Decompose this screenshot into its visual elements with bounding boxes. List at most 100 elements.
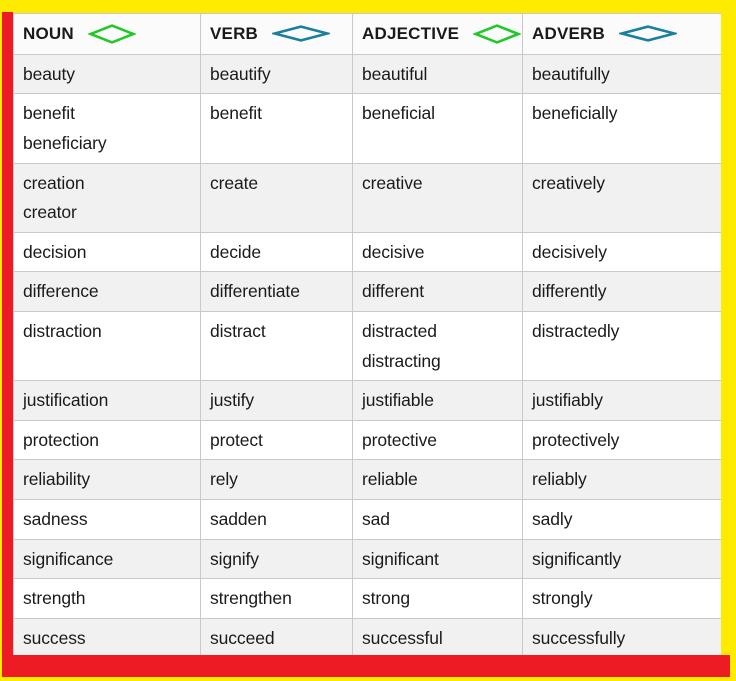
cell-verb[interactable]: protect (200, 419, 353, 461)
word-adjective: different (362, 281, 425, 302)
word-adverb: successfully (532, 627, 626, 648)
diamond-icon (86, 23, 137, 45)
word-adverb: distractedly (532, 320, 620, 341)
cell-adverb[interactable]: creatively (522, 162, 721, 233)
word-adverb: beneficially (532, 103, 618, 124)
cell-adjective[interactable]: reliable (352, 459, 523, 500)
cell-verb[interactable]: create (200, 162, 353, 233)
table-row: creation creator create creative creatively (13, 162, 721, 233)
word-adverb: reliably (532, 469, 587, 490)
cell-adjective[interactable]: justifiable (352, 380, 523, 421)
cell-adverb[interactable]: sadly (522, 498, 721, 540)
diamond-icon (269, 24, 333, 43)
word-adjective: strong (362, 588, 411, 609)
cell-verb[interactable]: succeed (200, 617, 353, 655)
red-accent-bar-bottom (2, 655, 730, 677)
header-row: NOUN VERB ADJECTIVE ADVERB (13, 13, 721, 55)
cell-noun[interactable]: justification (13, 380, 201, 421)
word-adverb: significantly (532, 548, 622, 569)
word-forms-table-container: NOUN VERB ADJECTIVE ADVERB beauty beautify be… (13, 13, 721, 655)
table-row: distraction distract distracted distracting… (13, 310, 721, 382)
word-verb: sadden (210, 508, 267, 529)
word-adverb: sadly (532, 508, 573, 529)
cell-verb[interactable]: differentiate (200, 271, 353, 312)
word-noun: sadness (23, 508, 88, 529)
table-row: justification justify justifiable justifiab… (13, 380, 721, 421)
column-header-adjective[interactable]: ADJECTIVE (352, 13, 523, 55)
word-noun: difference (23, 281, 99, 302)
cell-adjective[interactable]: creative (352, 162, 523, 233)
cell-adverb[interactable]: successfully (522, 617, 721, 655)
cell-adverb[interactable]: differently (522, 271, 721, 312)
cell-adjective[interactable]: different (352, 271, 523, 312)
word-adjective: sad (362, 508, 390, 529)
cell-noun[interactable]: creation creator (13, 162, 201, 233)
cell-adjective[interactable]: distracted distracting (352, 310, 523, 382)
cell-verb[interactable]: strengthen (200, 578, 353, 619)
cell-adverb[interactable]: beautifully (522, 53, 721, 95)
cell-noun[interactable]: protection (13, 419, 201, 461)
cell-noun[interactable]: decision (13, 231, 201, 273)
cell-adverb[interactable]: protectively (522, 419, 721, 461)
cell-adverb[interactable]: decisively (522, 231, 721, 273)
cell-adverb[interactable]: significantly (522, 538, 721, 580)
column-header-noun[interactable]: NOUN (13, 13, 201, 55)
cell-noun[interactable]: success (13, 617, 201, 655)
word-verb: strengthen (210, 588, 292, 609)
word-verb: create (210, 172, 259, 193)
cell-noun[interactable]: sadness (13, 498, 201, 540)
word-adjective: successful (362, 627, 443, 648)
table-body: beauty beautify beautiful beautifully benefi… (13, 53, 721, 655)
word-verb: distract (210, 320, 266, 341)
word-adjective: significant (362, 548, 439, 569)
cell-adverb[interactable]: reliably (522, 459, 721, 500)
word-noun: beauty (23, 63, 75, 84)
cell-adverb[interactable]: distractedly (522, 310, 721, 382)
table-row: decision decide decisive decisively (13, 231, 721, 273)
word-noun: creator (23, 202, 77, 223)
cell-noun[interactable]: difference (13, 271, 201, 312)
table-row: beauty beautify beautiful beautifully (13, 53, 721, 95)
cell-adjective[interactable]: strong (352, 578, 523, 619)
cell-noun[interactable]: strength (13, 578, 201, 619)
cell-adjective[interactable]: successful (352, 617, 523, 655)
word-noun: beneficiary (23, 133, 107, 154)
cell-verb[interactable]: decide (200, 231, 353, 273)
word-noun: success (23, 627, 86, 648)
cell-verb[interactable]: sadden (200, 498, 353, 540)
word-adjective: distracting (362, 350, 441, 371)
cell-adjective[interactable]: beneficial (352, 93, 523, 164)
cell-adverb[interactable]: strongly (522, 578, 721, 619)
cell-adjective[interactable]: beautiful (352, 53, 523, 95)
cell-noun[interactable]: significance (13, 538, 201, 580)
cell-verb[interactable]: justify (200, 380, 353, 421)
table-row: benefit beneficiary benefit beneficial benef… (13, 93, 721, 164)
diamond-icon (472, 23, 523, 45)
cell-verb[interactable]: beautify (200, 53, 353, 95)
column-header-label: VERB (210, 24, 259, 43)
word-verb: succeed (210, 627, 275, 648)
cell-noun[interactable]: benefit beneficiary (13, 93, 201, 164)
cell-noun[interactable]: beauty (13, 53, 201, 95)
poster-canvas: NOUN VERB ADJECTIVE ADVERB beauty beautify be… (0, 0, 736, 681)
cell-noun[interactable]: distraction (13, 310, 201, 382)
cell-verb[interactable]: signify (200, 538, 353, 580)
word-adverb: differently (532, 281, 607, 302)
column-header-label: NOUN (23, 24, 74, 43)
cell-adjective[interactable]: decisive (352, 231, 523, 273)
column-header-adverb[interactable]: ADVERB (522, 13, 721, 55)
word-noun: creation (23, 172, 85, 193)
cell-adjective[interactable]: sad (352, 498, 523, 540)
word-noun: reliability (23, 469, 90, 490)
cell-adverb[interactable]: justifiably (522, 380, 721, 421)
cell-verb[interactable]: rely (200, 459, 353, 500)
cell-noun[interactable]: reliability (13, 459, 201, 500)
word-adverb: strongly (532, 588, 593, 609)
cell-verb[interactable]: distract (200, 310, 353, 382)
word-noun: protection (23, 429, 99, 450)
cell-adjective[interactable]: significant (352, 538, 523, 580)
cell-adverb[interactable]: beneficially (522, 93, 721, 164)
column-header-verb[interactable]: VERB (200, 13, 353, 55)
cell-verb[interactable]: benefit (200, 93, 353, 164)
cell-adjective[interactable]: protective (352, 419, 523, 461)
